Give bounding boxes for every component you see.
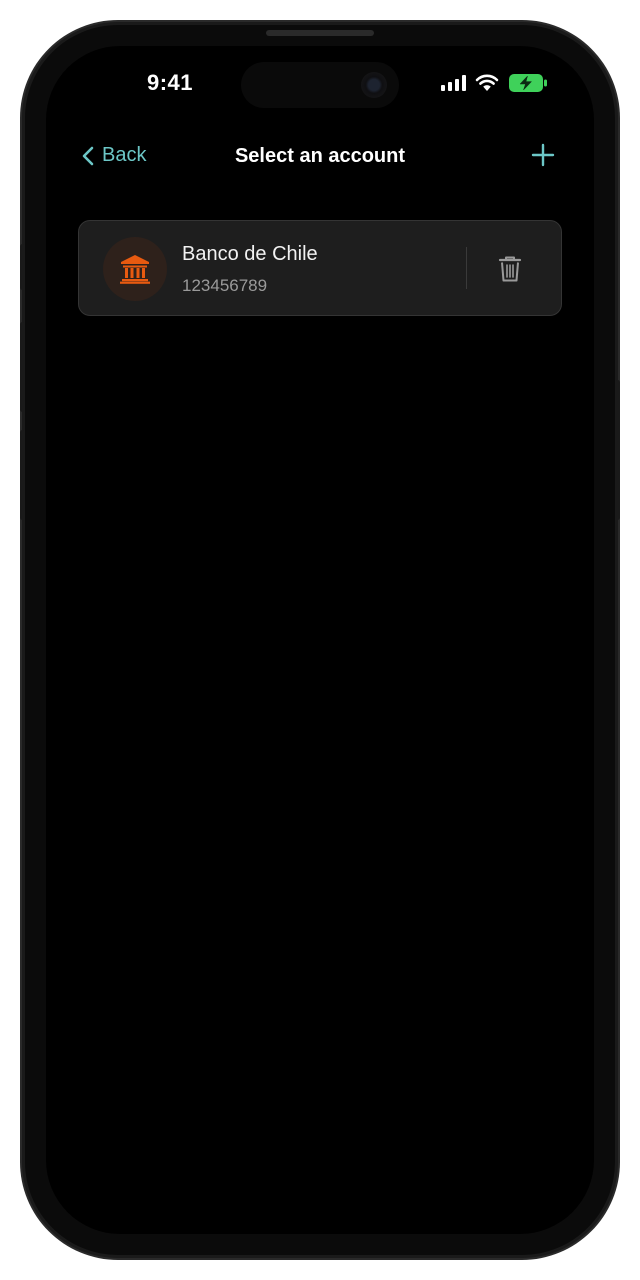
plus-icon[interactable] [530,142,556,168]
cellular-signal-icon [441,75,466,91]
wifi-icon [475,74,499,91]
bank-icon [120,255,150,284]
action-button [20,244,25,290]
page-title: Select an account [234,145,406,167]
divider [466,247,467,289]
account-number: 123456789 [182,276,268,295]
app-screen: 9:41 Back Select an account Banco de Chi… [46,46,594,1234]
bank-avatar [103,237,167,301]
bank-name: Banco de Chile [182,243,318,265]
account-card[interactable]: Banco de Chile 123456789 [78,220,562,316]
dynamic-island [241,62,399,108]
navigation-bar: Back Select an account [46,138,594,178]
front-camera [361,72,387,98]
volume-down-button [20,430,25,520]
status-icons [441,72,548,94]
volume-up-button [20,322,25,412]
speaker-slot [266,30,374,36]
power-button [615,380,620,520]
trash-icon[interactable] [497,255,523,283]
battery-charging-icon [509,74,547,92]
status-time: 9:41 [146,70,194,95]
